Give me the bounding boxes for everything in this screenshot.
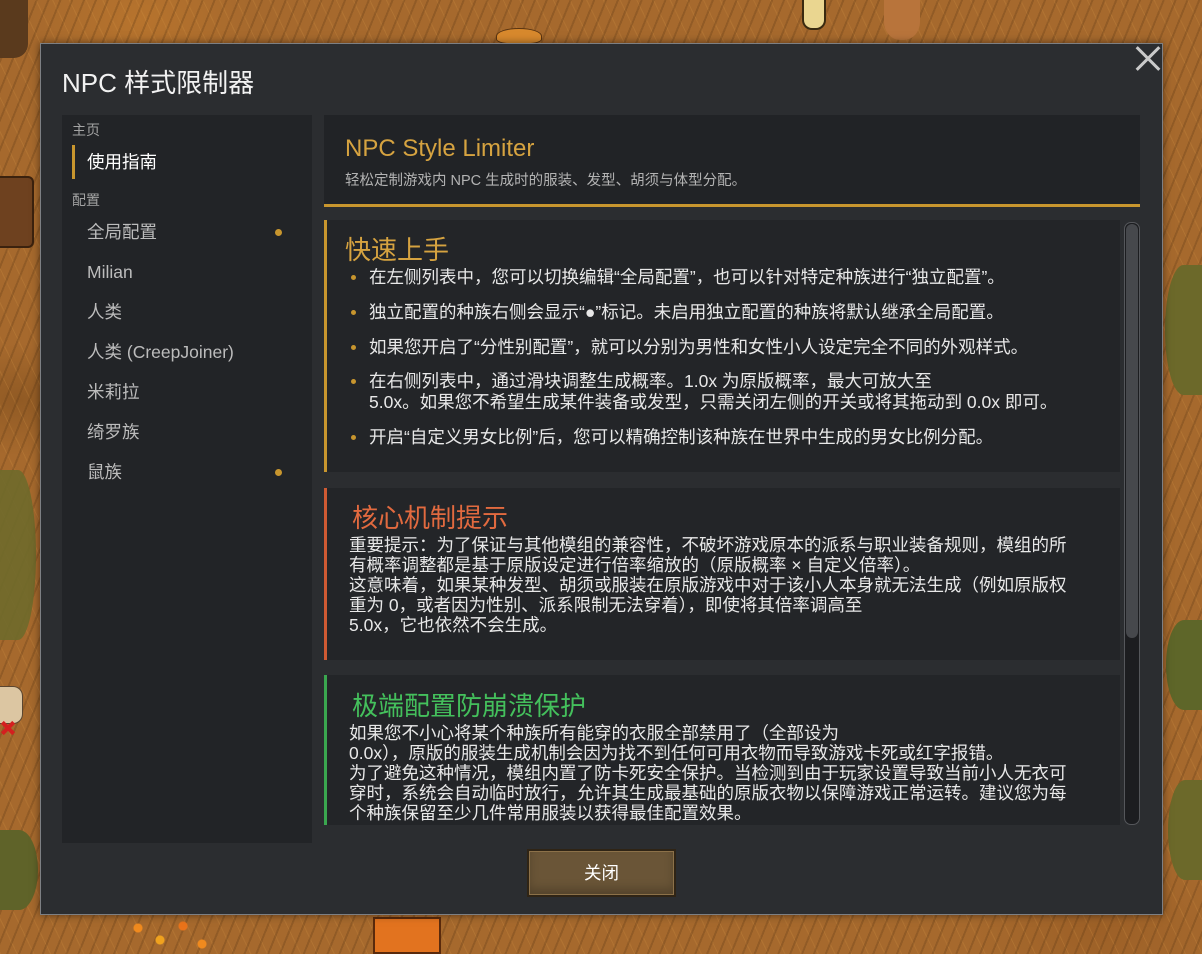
bullet-dot-icon [351,275,356,280]
section-core-mechanism: 核心机制提示 重要提示：为了保证与其他模组的兼容性，不破坏游戏原本的派系与职业装… [324,488,1120,660]
body-line: 重为 0，或者因为性别、派系限制无法穿着），即使将其倍率调高至 [349,595,863,615]
map-red-x-icon [1,721,15,735]
bullet-text: 在右侧列表中，通过滑块调整生成概率。1.0x 为原版概率，最大可放大至 [369,371,932,391]
body-line: 如果您不小心将某个种族所有能穿的衣服全部禁用了（全部设为 [349,723,839,743]
sidebar-item-global-config[interactable]: 全局配置 [62,212,312,252]
guide-header: NPC Style Limiter 轻松定制游戏内 NPC 生成时的服装、发型、… [324,115,1140,207]
bullet-text: 如果您开启了“分性别配置”，就可以分别为男性和女性小人设定完全不同的外观样式。 [369,337,1029,357]
close-button-label: 关闭 [584,863,619,883]
override-dot-icon [275,468,282,476]
section-body: 重要提示：为了保证与其他模组的兼容性，不破坏游戏原本的派系与职业装备规则，模组的… [349,535,1067,635]
bullet-text: 开启“自定义男女比例”后，您可以精确控制该种族在世界中生成的男女比例分配。 [369,427,994,447]
scrollbar-thumb[interactable] [1126,224,1138,638]
sidebar-home-list: 使用指南 [62,142,312,182]
map-wood-plank [0,176,34,248]
section-title: 极端配置防崩溃保护 [352,691,587,721]
map-animal [884,0,920,40]
bullet-dot-icon [351,379,356,384]
sidebar-item-kiiro[interactable]: 绮罗族 [62,412,312,452]
body-line: 有概率调整都是基于原版设定进行倍率缩放的（原版概率 × 自定义倍率）。 [349,555,921,575]
map-crate [373,917,441,954]
close-button[interactable]: 关闭 [527,849,676,897]
sidebar-group-config: 配置 [72,192,100,208]
sidebar-group-home: 主页 [72,122,100,138]
override-dot-icon [275,228,282,236]
sidebar-item-miliira[interactable]: 米莉拉 [62,372,312,412]
close-icon[interactable] [1135,45,1161,71]
bullet-dot-icon [351,345,356,350]
body-line: 穿时，系统会自动临时放行，允许其生成最基础的原版衣物以保障游戏正常运转。建议您为… [349,783,1067,803]
section-title: 核心机制提示 [352,503,509,533]
guide-title: NPC Style Limiter [345,135,535,162]
section-crash-protection: 极端配置防崩溃保护 如果您不小心将某个种族所有能穿的衣服全部禁用了（全部设为 0… [324,675,1120,825]
sidebar-item-label: 使用指南 [87,152,157,172]
body-line: 这意味着，如果某种发型、胡须或服装在原版游戏中对于该小人本身就无法生成（例如原版… [349,575,1067,595]
scrollbar[interactable] [1124,222,1140,825]
guide-scroll-area[interactable]: 快速上手 在左侧列表中，您可以切换编辑“全局配置”，也可以针对特定种族进行“独立… [324,220,1140,825]
bullet-text: 在左侧列表中，您可以切换编辑“全局配置”，也可以针对特定种族进行“独立配置”。 [369,267,1005,287]
body-line: 重要提示：为了保证与其他模组的兼容性，不破坏游戏原本的派系与职业装备规则，模组的… [349,535,1067,555]
map-bush [1168,780,1202,880]
map-bush [0,470,36,640]
sidebar-config-list: 全局配置 Milian 人类 人类 (CreepJoiner) 米莉拉 绮罗族 [62,212,312,492]
npc-style-limiter-dialog: NPC 样式限制器 主页 使用指南 配置 全局配置 Milian 人类 人类 (… [40,43,1163,915]
bullet-text: 独立配置的种族右侧会显示“●”标记。未启用独立配置的种族将默认继承全局配置。 [369,302,1004,322]
sidebar-item-label: 人类 [87,302,122,322]
section-title: 快速上手 [345,235,450,265]
section-quick-start: 快速上手 在左侧列表中，您可以切换编辑“全局配置”，也可以针对特定种族进行“独立… [324,220,1120,472]
map-item [802,0,826,30]
bullet-dot-icon [351,310,356,315]
map-bush [1165,265,1202,395]
sidebar-item-label: 全局配置 [87,222,157,242]
sidebar-item-label: 人类 (CreepJoiner) [87,342,234,362]
sidebar-item-label: 鼠族 [87,462,122,482]
sidebar-item-label: Milian [87,262,133,282]
sidebar-item-guide[interactable]: 使用指南 [62,142,312,182]
section-body: 如果您不小心将某个种族所有能穿的衣服全部禁用了（全部设为 0.0x），原版的服装… [349,723,1067,823]
sidebar-item-ratkin[interactable]: 鼠族 [62,452,312,492]
bullet-text: 5.0x。如果您不希望生成某件装备或发型，只需关闭左侧的开关或将其拖动到 0.0… [369,392,1058,412]
map-bush [1166,620,1202,710]
body-line: 0.0x），原版的服装生成机制会因为找不到任何可用衣物而导致游戏卡死或红字报错。 [349,743,1004,763]
map-bush [0,830,38,910]
bullet-dot-icon [351,435,356,440]
dialog-title: NPC 样式限制器 [62,68,255,98]
guide-subtitle: 轻松定制游戏内 NPC 生成时的服装、发型、胡须与体型分配。 [345,173,747,189]
sidebar-item-human[interactable]: 人类 [62,292,312,332]
map-flowers [128,918,212,954]
sidebar-item-label: 米莉拉 [87,382,140,402]
body-line: 为了避免这种情况，模组内置了防卡死安全保护。当检测到由于玩家设置导致当前小人无衣… [349,763,1067,783]
map-pawn [0,686,23,724]
body-line: 个种族保留至少几件常用服装以获得最佳配置效果。 [349,803,752,823]
map-tree [0,0,28,58]
sidebar: 主页 使用指南 配置 全局配置 Milian 人类 人类 (CreepJoine… [62,115,312,843]
sidebar-item-human-creepjoiner[interactable]: 人类 (CreepJoiner) [62,332,312,372]
sidebar-item-milian[interactable]: Milian [62,252,312,292]
body-line: 5.0x，它也依然不会生成。 [349,615,558,635]
sidebar-item-label: 绮罗族 [87,422,140,442]
map-item [496,28,542,44]
